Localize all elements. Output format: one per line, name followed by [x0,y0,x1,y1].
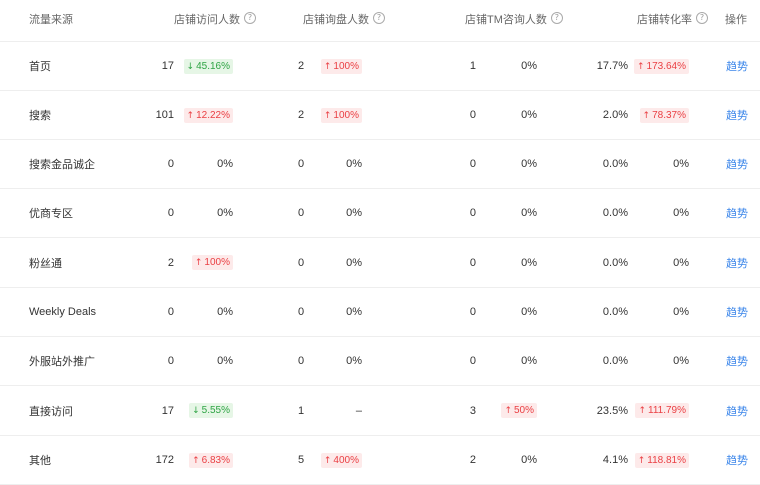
trend-button[interactable]: 趋势 [726,353,748,369]
conversion-change-cell: 0% [0,238,689,287]
arrow-up-icon: ↑ [636,61,645,72]
conversion-change-value: 78.37% [652,109,686,121]
table-row: 搜索金品诚企 0 0% 0 0% 0 0% 0.0% 0% 趋势 [0,140,760,189]
conversion-change-badge: ↑ 118.81% [634,452,689,468]
conversion-change-cell: ↑ 173.64% [0,42,689,90]
table-header-row: 流量来源 店铺访问人数 ? 店铺询盘人数 ? 店铺TM咨询人数 ? 店铺转化率 … [0,0,760,42]
trend-button[interactable]: 趋势 [726,304,748,320]
conversion-change-cell: ↑ 118.81% [0,436,689,484]
arrow-up-icon: ↑ [642,110,651,121]
trend-button[interactable]: 趋势 [726,205,748,221]
trend-button-cell: 趋势 [726,91,748,139]
traffic-source-table: 流量来源 店铺访问人数 ? 店铺询盘人数 ? 店铺TM咨询人数 ? 店铺转化率 … [0,0,760,485]
trend-button-cell: 趋势 [726,337,748,385]
header-source: 流量来源 [29,0,73,41]
header-visitors-label: 店铺访问人数 [174,14,240,26]
trend-button[interactable]: 趋势 [726,255,748,271]
header-action-label: 操作 [725,14,747,26]
conversion-change-cell: 0% [0,288,689,336]
header-tm-inquirers: 店铺TM咨询人数 ? [465,0,563,41]
conversion-change-value: 173.64% [646,60,686,72]
trend-button-cell: 趋势 [726,189,748,237]
trend-button-cell: 趋势 [726,42,748,90]
header-inquirers-label: 店铺询盘人数 [303,14,369,26]
question-circle-icon[interactable]: ? [550,12,563,24]
arrow-up-icon: ↑ [637,455,646,466]
header-conversion: 店铺转化率 ? [637,0,708,41]
conversion-change-badge: ↑ 173.64% [633,58,689,74]
header-source-label: 流量来源 [29,14,73,26]
conversion-change-value: 0% [673,207,689,219]
table-row: 优商专区 0 0% 0 0% 0 0% 0.0% 0% 趋势 [0,189,760,238]
question-circle-icon[interactable]: ? [244,12,256,24]
header-action: 操作 [725,0,747,41]
trend-button[interactable]: 趋势 [726,107,748,123]
table-row: 其他 172 ↑ 6.83% 5 ↑ 400% 2 0% 4.1% ↑ 118.81% 趋势 [0,436,760,485]
trend-button-cell: 趋势 [726,436,748,484]
header-tm-inquirers-label: 店铺TM咨询人数 [465,14,547,26]
trend-button-cell: 趋势 [726,140,748,188]
table-row: Weekly Deals 0 0% 0 0% 0 0% 0.0% 0% 趋势 [0,288,760,337]
conversion-change-value: 118.81% [647,454,686,466]
conversion-change-cell: 0% [0,189,689,237]
table-row: 搜索 101 ↑ 12.22% 2 ↑ 100% 0 0% 2.0% ↑ 78.37% 趋势 [0,91,760,140]
conversion-change-value: 0% [673,355,689,367]
table-row: 粉丝通 2 ↑ 100% 0 0% 0 0% 0.0% 0% 趋势 [0,238,760,288]
conversion-change-value: 0% [673,158,689,170]
conversion-change-badge: ↑ 78.37% [639,107,689,123]
trend-button-cell: 趋势 [726,288,748,336]
conversion-change-cell: ↑ 78.37% [0,91,689,139]
trend-button[interactable]: 趋势 [726,403,748,419]
trend-button[interactable]: 趋势 [726,452,748,468]
table-row: 外服站外推广 0 0% 0 0% 0 0% 0.0% 0% 趋势 [0,337,760,386]
conversion-change-value: 0% [673,256,689,269]
table-row: 首页 17 ↓ 45.16% 2 ↑ 100% 1 0% 17.7% ↑ 173.64% 趋势 [0,42,760,91]
conversion-change-cell: 0% [0,337,689,385]
conversion-change-value: 0% [673,306,689,318]
header-inquirers: 店铺询盘人数 ? [303,0,385,41]
conversion-change-cell: ↑ 111.79% [0,386,689,435]
trend-button-cell: 趋势 [726,238,748,287]
header-visitors: 店铺访问人数 ? [174,0,256,41]
question-circle-icon[interactable]: ? [373,12,385,24]
trend-button-cell: 趋势 [726,386,748,435]
conversion-change-cell: 0% [0,140,689,188]
trend-button[interactable]: 趋势 [726,58,748,74]
question-circle-icon[interactable]: ? [696,12,708,24]
trend-button[interactable]: 趋势 [726,156,748,172]
conversion-change-badge: ↑ 111.79% [635,403,689,418]
table-row: 直接访问 17 ↓ 5.55% 1–3 ↑ 50% 23.5% ↑ 111.79% 趋势 [0,386,760,436]
arrow-up-icon: ↑ [638,406,646,416]
header-conversion-label: 店铺转化率 [637,14,692,26]
conversion-change-value: 111.79% [648,405,686,416]
